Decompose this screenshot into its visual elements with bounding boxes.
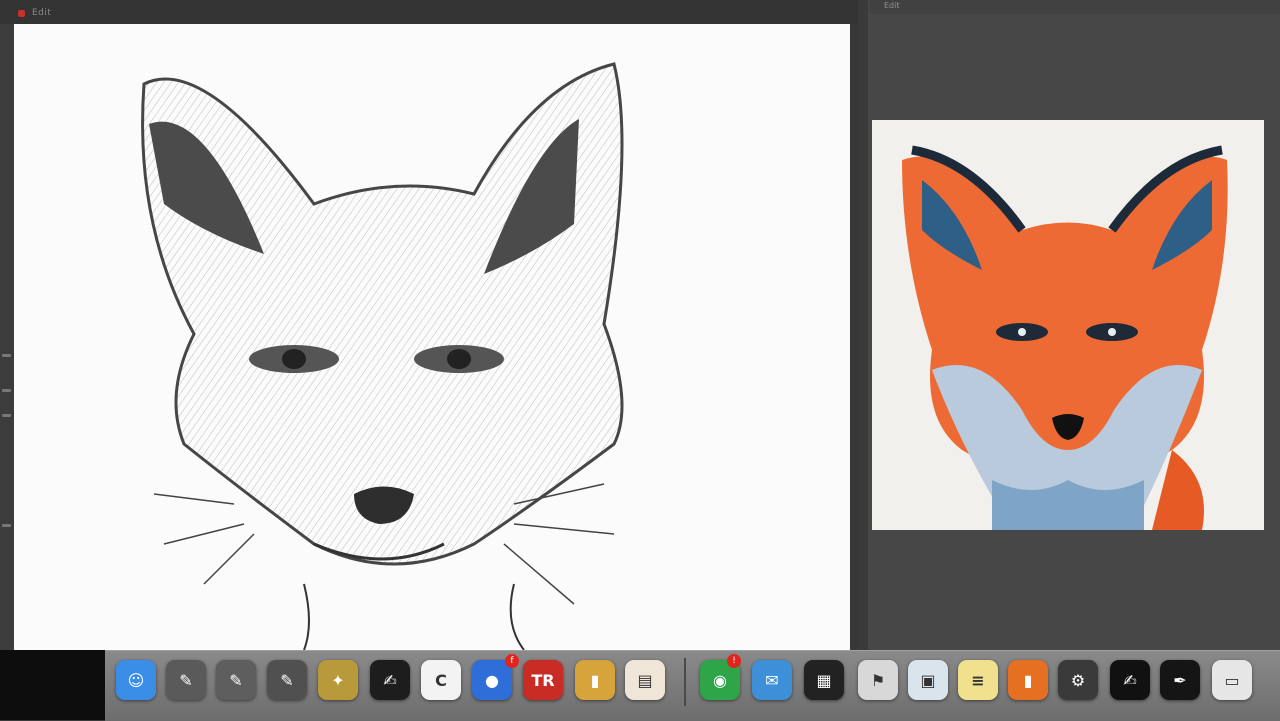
title-bar: Edit — [0, 0, 858, 24]
pencil-cup-icon[interactable]: ▮ — [575, 660, 615, 700]
preview-panel: Edit — [858, 0, 1280, 650]
tool-marker-icon[interactable] — [2, 389, 11, 392]
preview-icon[interactable]: ▣ — [908, 660, 948, 700]
drawing-canvas[interactable] — [14, 24, 850, 650]
flag-app-icon[interactable]: ⚑ — [858, 660, 898, 700]
notes-icon[interactable]: ≡ — [958, 660, 998, 700]
app-icon[interactable] — [18, 10, 25, 17]
color-preview[interactable] — [872, 120, 1264, 530]
terminal-icon[interactable]: ▦ — [804, 660, 844, 700]
orange-app-icon[interactable]: ▮ — [1008, 660, 1048, 700]
scanner-icon[interactable]: ▤ — [625, 660, 665, 700]
mail-icon[interactable]: ✉ — [752, 660, 792, 700]
pen-app-icon[interactable]: ✒ — [1160, 660, 1200, 700]
tool-strip — [0, 24, 14, 650]
fox-sketch — [141, 62, 624, 650]
tool-marker-icon[interactable] — [2, 354, 11, 357]
pencil-tool-icon-3[interactable]: ✎ — [267, 660, 307, 700]
notification-badge-2: ! — [727, 654, 741, 668]
fox-color-render — [902, 145, 1228, 530]
finder-icon[interactable]: ☺ — [116, 660, 156, 700]
tool-marker-icon[interactable] — [2, 524, 11, 527]
settings-icon[interactable]: ⚙ — [1058, 660, 1098, 700]
window-title: Edit — [32, 8, 52, 18]
folder-icon[interactable]: ▭ — [1212, 660, 1252, 700]
pencil-tool-icon-2[interactable]: ✎ — [216, 660, 256, 700]
photo-app-icon[interactable]: ✦ — [318, 660, 358, 700]
notification-badge: f — [505, 654, 519, 668]
panel-header: Edit — [870, 0, 1280, 14]
panel-divider[interactable] — [858, 0, 868, 650]
calendar-icon[interactable]: C — [421, 660, 461, 700]
red-app-icon[interactable]: TR — [523, 660, 563, 700]
panel-title: Edit — [884, 1, 900, 10]
tool-marker-icon[interactable] — [2, 414, 11, 417]
dark-app-icon[interactable]: ✍ — [1110, 660, 1150, 700]
dock-left-empty — [0, 650, 105, 720]
browser-icon[interactable]: ● — [472, 660, 512, 700]
pencil-tool-icon[interactable]: ✎ — [166, 660, 206, 700]
dock-separator — [684, 658, 686, 706]
sketch-app-icon[interactable]: ✍ — [370, 660, 410, 700]
